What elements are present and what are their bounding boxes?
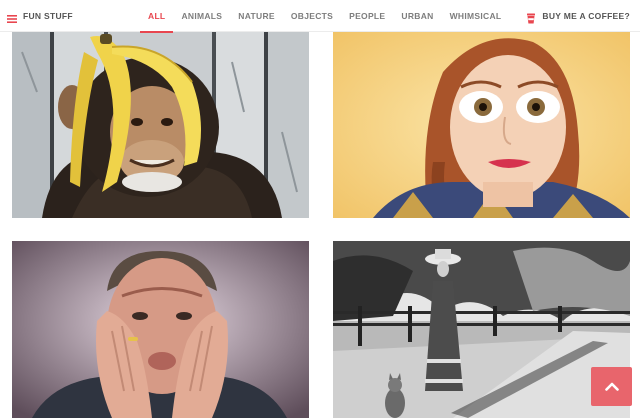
category-tabs: ALL ANIMALS NATURE OBJECTS PEOPLE URBAN … xyxy=(140,0,510,33)
coffee-cup-icon xyxy=(526,11,536,23)
tab-animals[interactable]: ANIMALS xyxy=(173,0,230,32)
photo-woman-big-eyes[interactable] xyxy=(333,32,630,218)
brand-label: FUN STUFF xyxy=(23,11,73,21)
buy-coffee-label: BUY ME A COFFEE? xyxy=(542,11,630,21)
tab-urban[interactable]: URBAN xyxy=(393,0,441,32)
tab-all[interactable]: ALL xyxy=(140,0,174,33)
chevron-up-icon xyxy=(604,378,619,396)
back-to-top-button[interactable] xyxy=(591,367,632,406)
brand-menu-link[interactable]: FUN STUFF xyxy=(7,9,73,23)
tab-objects[interactable]: OBJECTS xyxy=(283,0,341,32)
photo-man-squished-face[interactable] xyxy=(12,241,309,418)
buy-coffee-link[interactable]: BUY ME A COFFEE? xyxy=(526,9,630,23)
photo-girl-with-cat[interactable] xyxy=(333,241,630,418)
tab-nature[interactable]: NATURE xyxy=(230,0,283,32)
menu-icon xyxy=(7,11,17,23)
photo-chimp-banana[interactable] xyxy=(12,32,309,218)
top-navigation-bar: FUN STUFF ALL ANIMALS NATURE OBJECTS PEO… xyxy=(0,0,640,33)
tab-whimsical[interactable]: WHIMSICAL xyxy=(442,0,510,32)
tab-people[interactable]: PEOPLE xyxy=(341,0,393,32)
